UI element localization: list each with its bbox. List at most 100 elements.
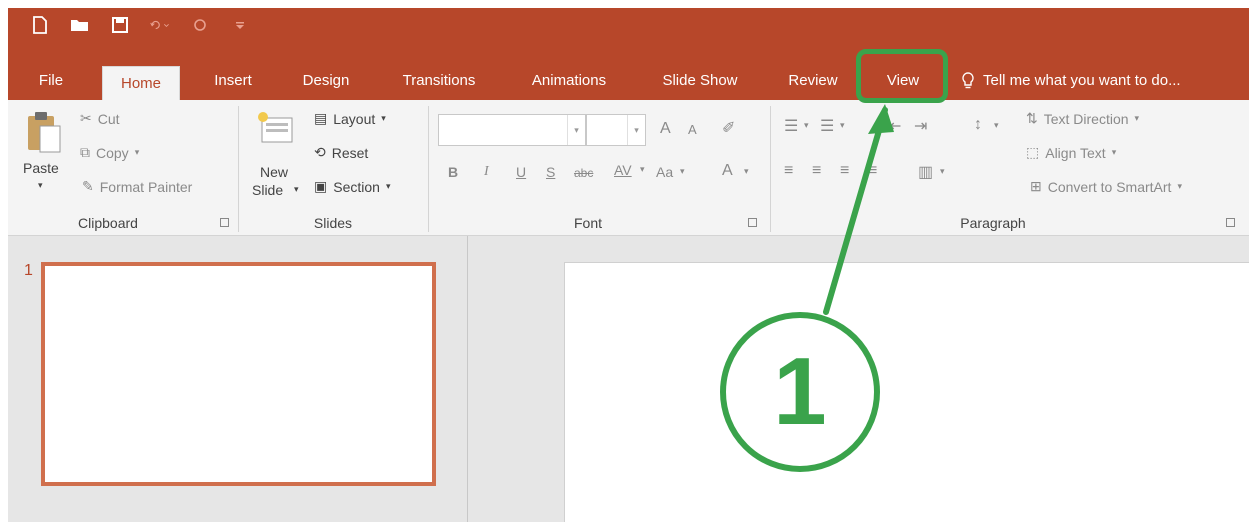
- chevron-down-icon: ▾: [804, 120, 809, 130]
- new-slide-button[interactable]: New Slide ▾: [246, 108, 308, 198]
- chevron-down-icon: ▾: [567, 115, 585, 145]
- columns-icon[interactable]: ▥: [918, 162, 933, 182]
- tab-review[interactable]: Review: [786, 62, 840, 100]
- layout-button[interactable]: ▤ Layout ▾: [314, 110, 386, 127]
- copy-button[interactable]: ⧉ Copy ▾: [80, 144, 139, 161]
- scissors-icon: ✂: [80, 110, 92, 126]
- chevron-down-icon: ▾: [1134, 113, 1140, 123]
- undo-icon[interactable]: [150, 15, 170, 35]
- cut-button[interactable]: ✂ Cut: [80, 110, 120, 127]
- lightbulb-icon: [962, 72, 974, 89]
- tab-design[interactable]: Design: [298, 62, 354, 100]
- paragraph-group-label: Paragraph: [960, 215, 1026, 231]
- align-text-label: Align Text: [1045, 144, 1106, 161]
- tab-animations[interactable]: Animations: [522, 62, 616, 100]
- chevron-down-icon: ▾: [627, 115, 645, 145]
- chevron-down-icon: ▾: [640, 164, 645, 174]
- new-file-icon[interactable]: [30, 15, 50, 35]
- font-launcher-icon[interactable]: [748, 218, 757, 227]
- open-folder-icon[interactable]: [70, 15, 90, 35]
- convert-smartart-button[interactable]: ⊞ Convert to SmartArt ▾: [1030, 178, 1182, 195]
- chevron-down-icon: ▾: [940, 166, 945, 176]
- clear-formatting-icon[interactable]: ✐: [722, 118, 735, 138]
- format-painter-label: Format Painter: [99, 178, 193, 195]
- line-spacing-icon[interactable]: ↕: [974, 116, 982, 134]
- reset-icon: ⟲: [314, 144, 326, 160]
- separator: [428, 106, 429, 232]
- font-color-button[interactable]: A: [722, 162, 733, 180]
- change-case-button[interactable]: Aa: [656, 164, 673, 180]
- align-text-button[interactable]: ⬚ Align Text ▾: [1026, 144, 1116, 161]
- clipboard-launcher-icon[interactable]: [220, 218, 229, 227]
- section-button[interactable]: ▣ Section ▾: [314, 178, 390, 195]
- tab-transitions[interactable]: Transitions: [396, 62, 482, 100]
- font-name-combo[interactable]: ▾: [438, 114, 586, 146]
- chevron-down-icon: ▾: [840, 120, 845, 130]
- tell-me-text: Tell me what you want to do...: [983, 72, 1181, 89]
- copy-label: Copy: [96, 144, 129, 161]
- smartart-icon: ⊞: [1030, 178, 1042, 194]
- text-direction-icon: ⇅: [1026, 110, 1038, 126]
- tab-slide-show[interactable]: Slide Show: [656, 62, 744, 100]
- slide-number: 1: [24, 262, 33, 279]
- section-label: Section: [333, 178, 380, 195]
- copy-dropdown-icon: ▾: [134, 147, 140, 157]
- reset-button[interactable]: ⟲ Reset: [314, 144, 368, 161]
- decrease-indent-icon[interactable]: ⇤: [888, 116, 901, 136]
- strikethrough-button[interactable]: abc: [574, 166, 593, 180]
- align-left-icon[interactable]: ≡: [784, 162, 793, 180]
- align-right-icon[interactable]: ≡: [840, 162, 849, 180]
- customize-qat-icon[interactable]: [230, 15, 250, 35]
- text-direction-label: Text Direction: [1043, 110, 1129, 127]
- save-icon[interactable]: [110, 15, 130, 35]
- align-text-icon: ⬚: [1026, 144, 1040, 160]
- ribbon-tab-bar: File Home Insert Design Transitions Anim…: [8, 62, 1249, 100]
- brush-icon: ✎: [82, 178, 94, 194]
- grow-font-button[interactable]: A: [660, 120, 671, 138]
- bullets-icon[interactable]: ☰: [784, 116, 798, 136]
- new-slide-label-1: New: [260, 164, 289, 180]
- italic-button[interactable]: I: [484, 164, 489, 180]
- chevron-down-icon: ▾: [994, 120, 999, 130]
- paste-label: Paste: [23, 160, 59, 176]
- new-slide-icon: [258, 112, 293, 143]
- reset-label: Reset: [331, 144, 369, 161]
- chevron-down-icon: ▾: [680, 166, 685, 176]
- tell-me-box[interactable]: Tell me what you want to do...: [961, 62, 1181, 100]
- paste-button[interactable]: Paste ▾: [22, 108, 68, 190]
- tab-file[interactable]: File: [36, 62, 66, 100]
- shrink-font-button[interactable]: A: [688, 122, 697, 137]
- redo-icon[interactable]: [190, 15, 210, 35]
- paragraph-launcher-icon[interactable]: [1226, 218, 1235, 227]
- chevron-down-icon: ▾: [1111, 147, 1117, 157]
- paste-dropdown-icon: ▾: [38, 180, 43, 190]
- slide-canvas[interactable]: [564, 262, 1249, 522]
- increase-indent-icon[interactable]: ⇥: [914, 116, 927, 136]
- slide-thumbnail[interactable]: [41, 262, 436, 486]
- new-slide-label-2: Slide: [252, 182, 284, 198]
- slides-group-label: Slides: [313, 215, 353, 231]
- text-shadow-button[interactable]: S: [546, 164, 555, 180]
- tab-view[interactable]: View: [882, 62, 924, 100]
- tab-home[interactable]: Home: [102, 66, 180, 100]
- underline-button[interactable]: U: [516, 164, 526, 180]
- section-icon: ▣: [314, 178, 328, 194]
- tab-insert[interactable]: Insert: [210, 62, 256, 100]
- layout-dropdown-icon: ▾: [381, 113, 386, 123]
- font-size-combo[interactable]: ▾: [586, 114, 646, 146]
- separator: [770, 106, 771, 232]
- ribbon: Paste ▾ ✂ Cut ⧉ Copy ▾ ✎ Format Painter Clip…: [8, 100, 1249, 236]
- text-direction-button[interactable]: ⇅ Text Direction ▾: [1026, 110, 1139, 127]
- layout-label: Layout: [333, 110, 376, 127]
- align-center-icon[interactable]: ≡: [812, 162, 821, 180]
- chevron-down-icon: ▾: [1177, 181, 1182, 191]
- bold-button[interactable]: B: [448, 164, 458, 180]
- numbering-icon[interactable]: ☰: [820, 116, 834, 136]
- justify-icon[interactable]: ≡: [868, 162, 877, 180]
- character-spacing-button[interactable]: AV: [614, 162, 632, 178]
- convert-smartart-label: Convert to SmartArt: [1047, 178, 1172, 195]
- title-bar: [8, 8, 1249, 68]
- paste-icon: [28, 112, 61, 153]
- layout-icon: ▤: [314, 110, 328, 126]
- format-painter-button[interactable]: ✎ Format Painter: [82, 178, 192, 195]
